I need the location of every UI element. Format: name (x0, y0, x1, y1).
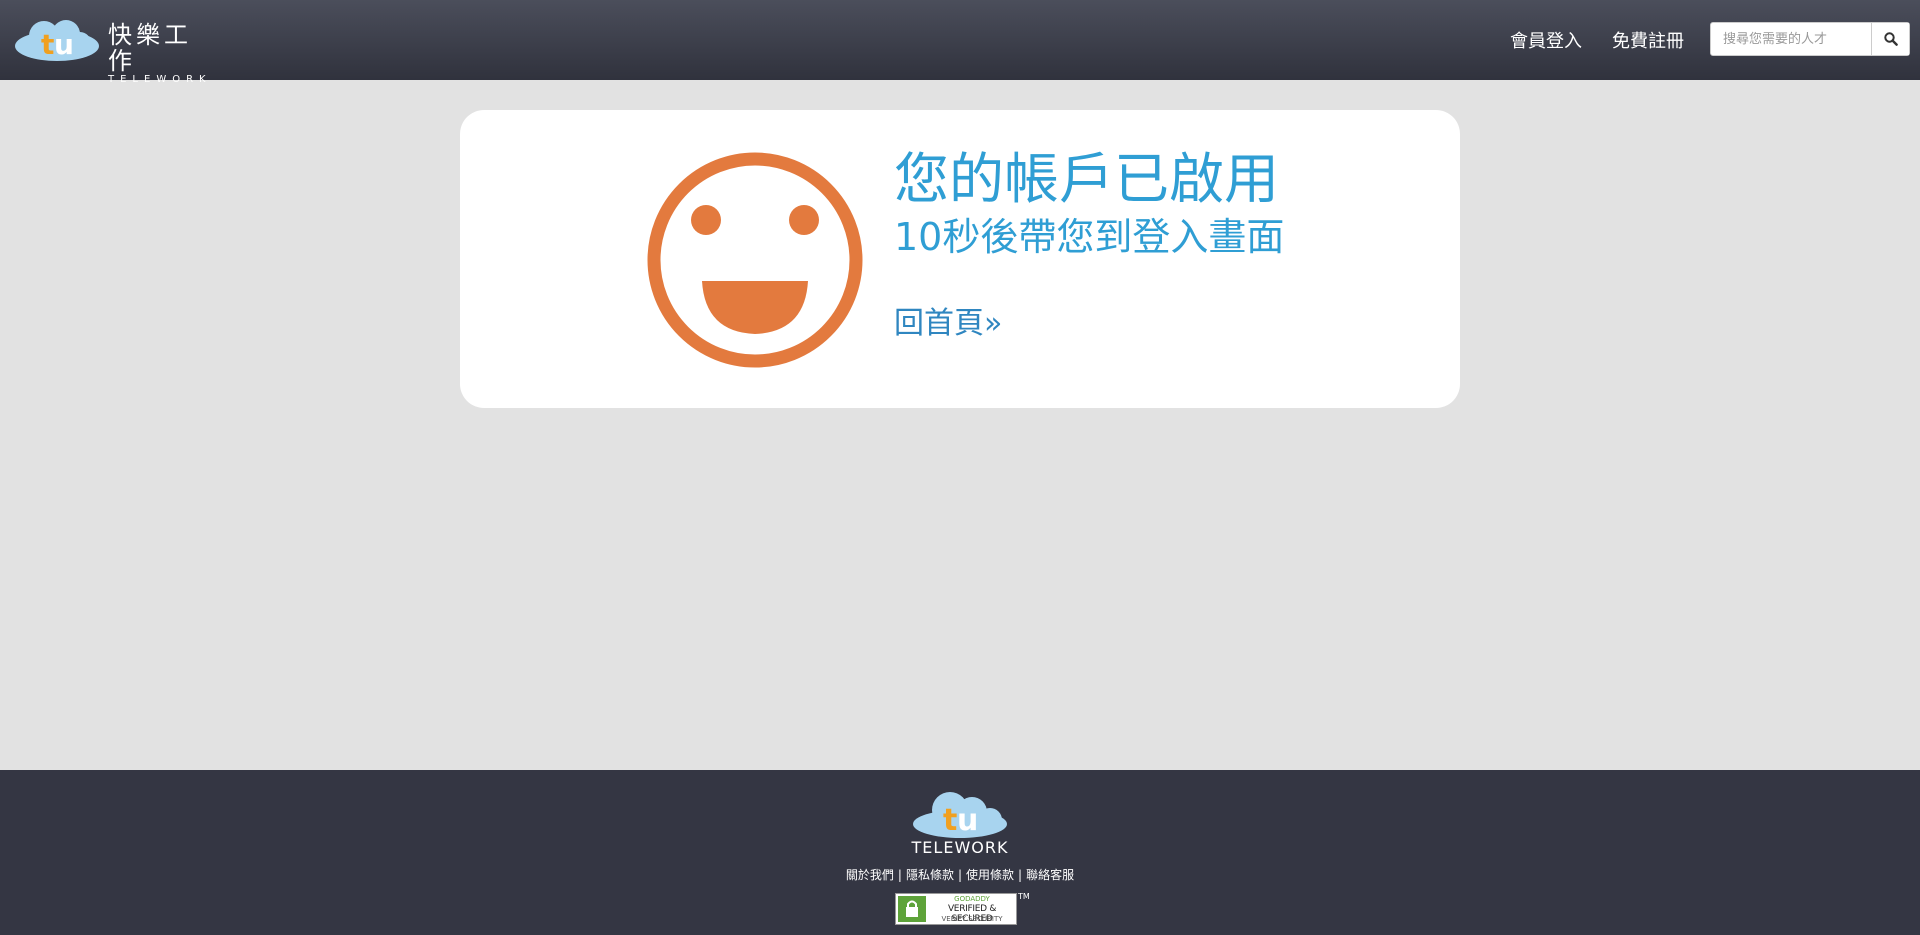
home-link[interactable]: 回首頁» (894, 305, 1002, 343)
logo-text: 快樂工作 TELEWORK (108, 22, 214, 86)
cloud-logo-icon: t u (913, 792, 1007, 838)
nav-login-link[interactable]: 會員登入 (1510, 27, 1582, 53)
site-footer: t u TELEWORK 關於我們 | 隱私條款 | 使用條款 | 聯絡客服 GODADDY… (0, 770, 1920, 935)
footer-separator: | (957, 868, 963, 882)
site-logo[interactable]: t u 快樂工作 TELEWORK (14, 18, 214, 85)
svg-text:u: u (957, 803, 978, 838)
godaddy-security-badge[interactable]: GODADDY VERIFIED & SECURED VERIFY SECURI… (895, 892, 1030, 925)
lock-icon (898, 896, 926, 922)
svg-text:t: t (41, 28, 54, 61)
nav-register-link[interactable]: 免費註冊 (1612, 27, 1684, 53)
footer-link-contact[interactable]: 聯絡客服 (1026, 868, 1074, 882)
search-form (1710, 22, 1910, 56)
footer-separator: | (1018, 868, 1023, 882)
badge-verify-text: VERIFY SECURITY (941, 915, 1003, 923)
logo-chinese-name: 快樂工作 (108, 21, 192, 75)
svg-text:u: u (54, 28, 74, 61)
search-button[interactable] (1871, 23, 1909, 55)
search-icon (1883, 32, 1898, 46)
logo-english-name: TELEWORK (108, 74, 212, 85)
badge-brand: GODADDY (954, 895, 990, 903)
badge-trademark: TM (1018, 892, 1030, 901)
footer-logo-text: TELEWORK (911, 838, 1009, 857)
top-header: t u 快樂工作 TELEWORK 會員登入 免費註冊 (0, 0, 1920, 85)
smiley-face-icon (647, 152, 863, 368)
activation-title: 您的帳戶已啟用 (894, 147, 1280, 211)
redirect-message: 10秒後帶您到登入畫面 (894, 215, 1285, 259)
footer-link-privacy[interactable]: 隱私條款 (906, 868, 954, 882)
footer-links: 關於我們 | 隱私條款 | 使用條款 | 聯絡客服 (0, 866, 1920, 883)
footer-link-terms[interactable]: 使用條款 (966, 868, 1014, 882)
svg-text:t: t (943, 803, 957, 838)
footer-link-about[interactable]: 關於我們 (846, 868, 894, 882)
cloud-logo-icon: t u (15, 20, 99, 61)
footer-logo[interactable]: t u TELEWORK (910, 788, 1010, 858)
activation-card: 您的帳戶已啟用 10秒後帶您到登入畫面 回首頁» (460, 110, 1460, 408)
search-input[interactable] (1711, 23, 1871, 55)
footer-separator: | (897, 868, 902, 882)
